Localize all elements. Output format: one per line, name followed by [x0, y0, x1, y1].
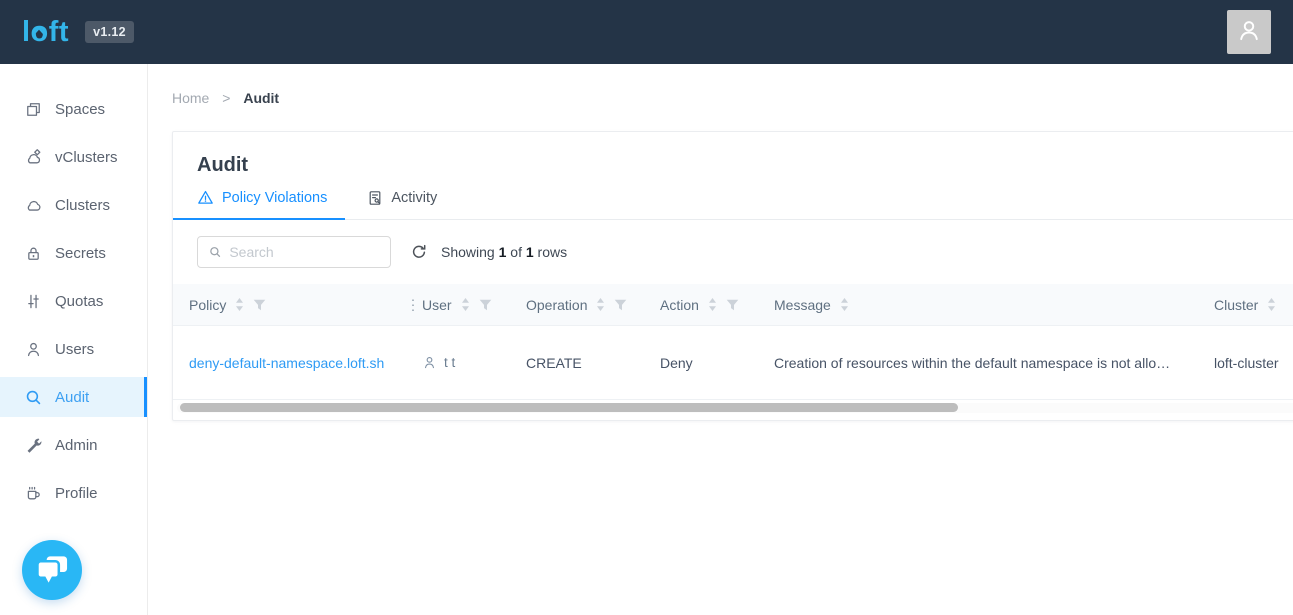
- tab-bar: Policy Violations Activity: [173, 189, 1293, 220]
- wrench-icon: [25, 437, 42, 454]
- search-input[interactable]: [229, 244, 379, 260]
- column-header-policy[interactable]: Policy: [173, 297, 406, 313]
- sort-icon[interactable]: [235, 298, 244, 311]
- logo-roof-icon: [32, 12, 46, 41]
- sort-icon[interactable]: [708, 298, 717, 311]
- version-badge: v1.12: [85, 21, 134, 43]
- lock-icon: [25, 245, 42, 262]
- audit-log-icon: [367, 190, 383, 206]
- row-count-status: Showing 1 of 1 rows: [441, 244, 567, 260]
- tab-policy-violations[interactable]: Policy Violations: [173, 189, 345, 219]
- total-count: 1: [526, 244, 534, 260]
- filter-icon[interactable]: [479, 299, 492, 311]
- column-header-user[interactable]: ⋮ User: [406, 297, 510, 313]
- user-name: t t: [444, 355, 455, 370]
- scrollbar-thumb[interactable]: [180, 403, 958, 412]
- page-title: Audit: [197, 154, 1293, 177]
- sidebar-item-label: Spaces: [55, 101, 105, 118]
- search-icon: [25, 389, 42, 406]
- sidebar-item-vclusters[interactable]: vClusters: [0, 137, 147, 177]
- refresh-icon: [411, 244, 427, 260]
- table-header-row: Policy ⋮ User Operation: [173, 284, 1293, 326]
- breadcrumb: Home > Audit: [172, 90, 1293, 106]
- action-cell: Deny: [644, 355, 758, 371]
- sidebar-item-admin[interactable]: Admin: [0, 425, 147, 465]
- horizontal-scrollbar: [177, 403, 1293, 413]
- sidebar-item-label: Audit: [55, 389, 89, 406]
- sidebar-item-label: Admin: [55, 437, 98, 454]
- table-viewport: Policy ⋮ User Operation: [173, 284, 1293, 400]
- sort-icon[interactable]: [840, 298, 849, 311]
- clusters-icon: [25, 197, 42, 214]
- sidebar-item-clusters[interactable]: Clusters: [0, 185, 147, 225]
- column-header-message[interactable]: Message: [758, 297, 1198, 313]
- column-label: Policy: [189, 297, 226, 313]
- column-header-operation[interactable]: Operation: [510, 297, 644, 313]
- sidebar-item-profile[interactable]: Profile: [0, 473, 147, 513]
- breadcrumb-separator: >: [222, 90, 230, 106]
- topbar: loft v1.12: [0, 0, 1293, 64]
- column-divider-dots-icon[interactable]: ⋮: [406, 296, 420, 313]
- person-icon: [422, 355, 437, 370]
- column-label: Operation: [526, 297, 587, 313]
- policy-violations-table: Policy ⋮ User Operation: [173, 284, 1293, 400]
- operation-cell: CREATE: [510, 355, 644, 371]
- sidebar-item-secrets[interactable]: Secrets: [0, 233, 147, 273]
- policy-cell: deny-default-namespace.loft.sh: [173, 355, 406, 371]
- sort-icon[interactable]: [461, 298, 470, 311]
- filter-icon[interactable]: [726, 299, 739, 311]
- sort-icon[interactable]: [1267, 298, 1276, 311]
- tab-label: Policy Violations: [222, 190, 327, 206]
- sidebar-item-label: vClusters: [55, 149, 118, 166]
- sliders-icon: [25, 293, 42, 310]
- cluster-cell: loft-cluster: [1198, 355, 1293, 371]
- audit-card: Audit Policy Violations Activity: [172, 131, 1293, 421]
- column-label: Action: [660, 297, 699, 313]
- column-header-action[interactable]: Action: [644, 297, 758, 313]
- sidebar-item-quotas[interactable]: Quotas: [0, 281, 147, 321]
- loft-logo[interactable]: loft: [22, 18, 69, 47]
- mug-icon: [25, 485, 42, 502]
- column-label: Cluster: [1214, 297, 1258, 313]
- sidebar-item-label: Clusters: [55, 197, 110, 214]
- person-icon: [25, 341, 42, 358]
- search-box: [197, 236, 391, 268]
- table-toolbar: Showing 1 of 1 rows: [173, 220, 1293, 284]
- breadcrumb-home[interactable]: Home: [172, 90, 209, 106]
- shown-count: 1: [499, 244, 507, 260]
- sidebar-item-audit[interactable]: Audit: [0, 377, 147, 417]
- main-content: Home > Audit Audit Policy Violations Act…: [148, 64, 1293, 615]
- column-header-cluster[interactable]: Cluster: [1198, 297, 1293, 313]
- table-row: deny-default-namespace.loft.sh t t CREAT…: [173, 326, 1293, 400]
- sidebar-item-label: Users: [55, 341, 94, 358]
- sidebar-item-label: Quotas: [55, 293, 103, 310]
- warning-triangle-icon: [197, 189, 214, 206]
- sidebar: Spaces vClusters Clusters Secrets Quotas…: [0, 64, 148, 615]
- policy-link[interactable]: deny-default-namespace.loft.sh: [189, 355, 384, 371]
- sidebar-item-label: Profile: [55, 485, 98, 502]
- refresh-button[interactable]: [411, 244, 427, 260]
- sort-icon[interactable]: [596, 298, 605, 311]
- user-cell: t t: [406, 355, 510, 370]
- filter-icon[interactable]: [253, 299, 266, 311]
- breadcrumb-current: Audit: [243, 90, 279, 106]
- person-icon: [1236, 17, 1262, 48]
- filter-icon[interactable]: [614, 299, 627, 311]
- search-icon: [209, 245, 221, 259]
- sidebar-item-spaces[interactable]: Spaces: [0, 89, 147, 129]
- sidebar-item-users[interactable]: Users: [0, 329, 147, 369]
- tab-activity[interactable]: Activity: [367, 189, 437, 219]
- vclusters-icon: [25, 149, 42, 166]
- tab-label: Activity: [391, 190, 437, 206]
- user-avatar[interactable]: [1227, 10, 1271, 54]
- column-label: Message: [774, 297, 831, 313]
- sidebar-item-label: Secrets: [55, 245, 106, 262]
- chat-bubbles-icon: [36, 555, 69, 585]
- spaces-icon: [25, 101, 42, 118]
- column-label: User: [422, 297, 452, 313]
- message-cell: Creation of resources within the default…: [758, 355, 1198, 371]
- chat-launcher-button[interactable]: [22, 540, 82, 600]
